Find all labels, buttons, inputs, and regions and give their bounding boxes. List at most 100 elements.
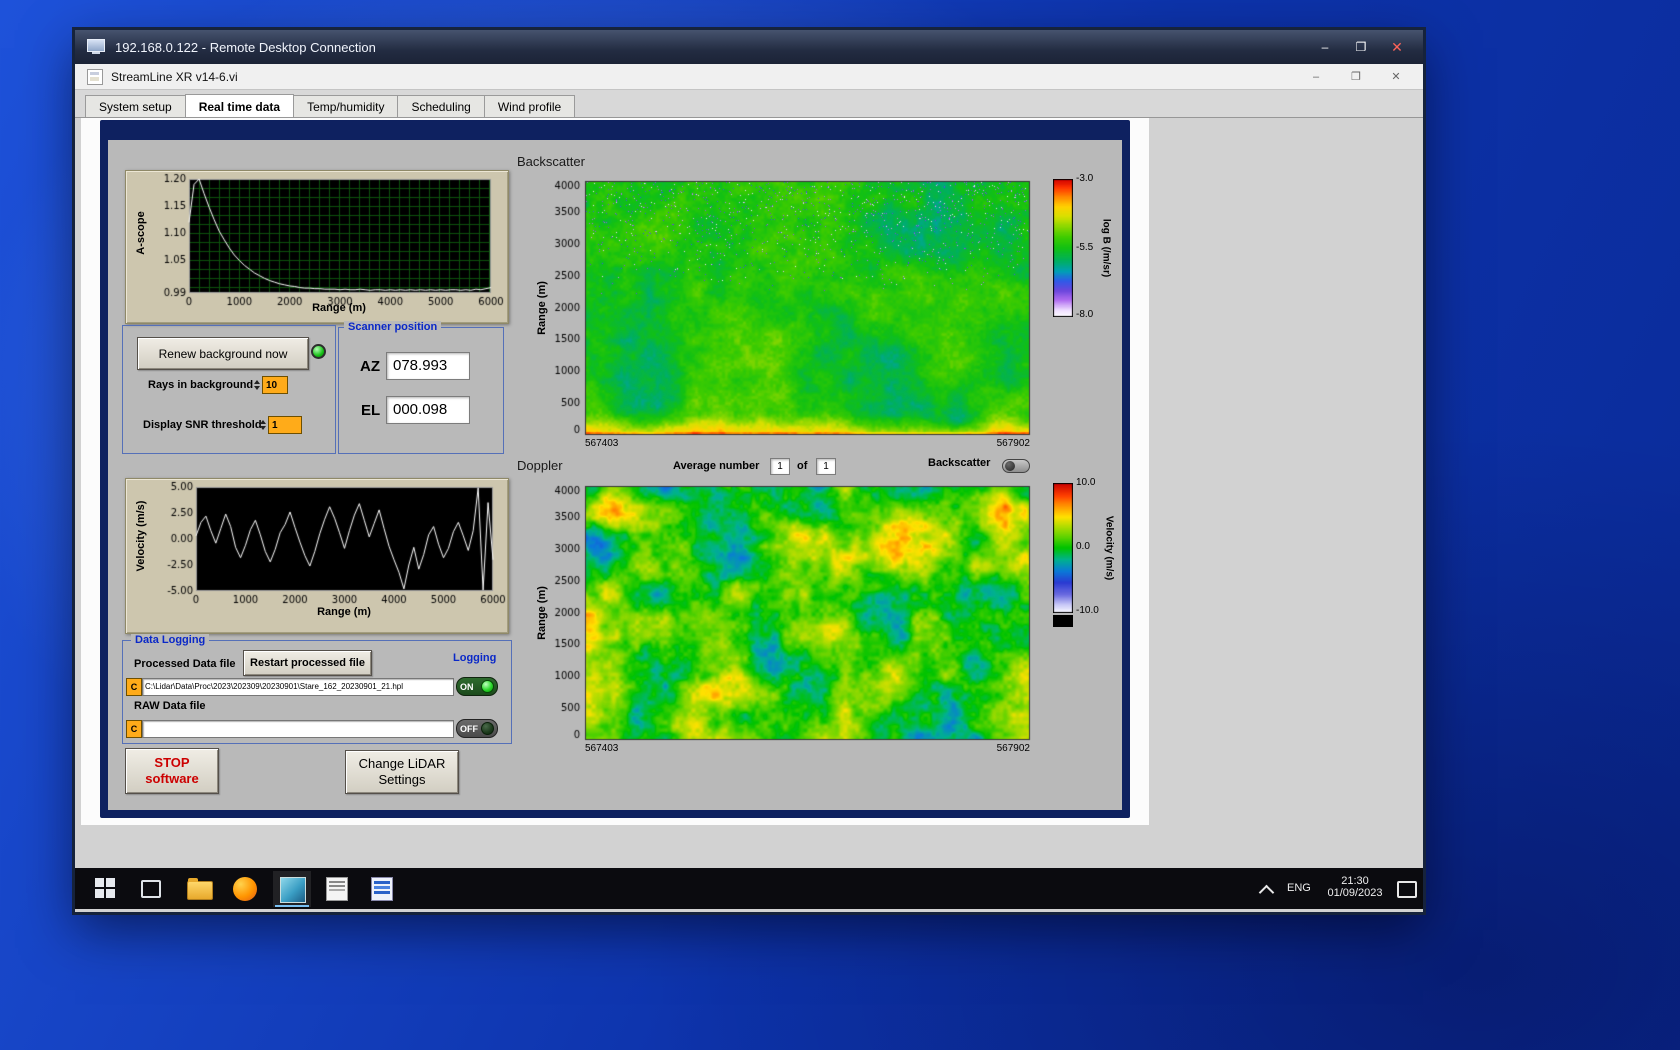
firefox-button[interactable] (233, 877, 257, 901)
scanner-position-title: Scanner position (344, 321, 442, 333)
rays-value-input[interactable]: 10 (262, 376, 288, 394)
task-view-button[interactable] (141, 880, 161, 898)
backscatter-toggle-label: Backscatter (928, 457, 991, 469)
processed-data-file-label: Processed Data file (134, 658, 236, 670)
rdp-maximize-button[interactable]: ❐ (1345, 37, 1377, 57)
logging-on-toggle[interactable]: ON (456, 677, 498, 696)
logging-off-led (481, 722, 494, 735)
doppler-colorbar (1053, 483, 1073, 613)
logging-on-label: ON (460, 681, 474, 692)
language-indicator[interactable]: ENG (1287, 882, 1311, 894)
streamline-app-button[interactable] (280, 877, 306, 903)
tab-real-time-data[interactable]: Real time data (184, 94, 295, 117)
start-button[interactable] (95, 878, 115, 898)
backscatter-cbar-tick-min: -8.0 (1076, 309, 1094, 320)
remote-desktop-icon (87, 39, 105, 55)
scan-scheduler-button[interactable] (326, 877, 348, 901)
raw-drive-selector[interactable]: C (126, 720, 142, 738)
logging-on-led (481, 680, 494, 693)
doppler-heading: Doppler (517, 458, 563, 473)
desktop: 192.168.0.122 - Remote Desktop Connectio… (0, 0, 1680, 1050)
processed-path-input[interactable]: C:\Lidar\Data\Proc\2023\202309\20230901\… (142, 678, 454, 696)
stop-software-line1: STOP (154, 755, 190, 770)
taskbar-clock[interactable]: 21:30 01/09/2023 (1320, 875, 1390, 899)
snr-spinner[interactable] (258, 416, 267, 434)
active-app-underline (275, 905, 309, 907)
el-input[interactable]: 000.098 (386, 396, 470, 424)
doppler-heatmap-canvas (530, 483, 1032, 741)
labview-icon (87, 68, 103, 85)
tab-temp-humidity[interactable]: Temp/humidity (293, 95, 399, 117)
taskbar-time: 21:30 (1341, 875, 1369, 887)
tab-scheduling[interactable]: Scheduling (397, 95, 485, 117)
background-led (311, 344, 326, 359)
snr-value-input[interactable]: 1 (268, 416, 302, 434)
tab-wind-profile[interactable]: Wind profile (483, 95, 576, 117)
stop-software-line2: software (145, 771, 199, 786)
change-lidar-line1: Change LiDAR (358, 756, 446, 771)
restart-processed-file-button[interactable]: Restart processed file (243, 650, 372, 676)
average-total-input[interactable]: 1 (816, 458, 836, 475)
average-current-input[interactable]: 1 (770, 458, 790, 475)
backscatter-cbar-tick-max: -3.0 (1076, 173, 1094, 184)
backscatter-cbar-unit-label: log B (/m/sr) (1100, 218, 1112, 278)
velocity-x-axis-label: Range (m) (317, 606, 371, 618)
doppler-cbar-unit-label: Velocity (m/s) (1103, 515, 1115, 581)
ascope-y-axis-label: A-scope (135, 211, 147, 255)
tab-bar: System setup Real time data Temp/humidit… (75, 90, 1423, 118)
logging-off-toggle[interactable]: OFF (456, 719, 498, 738)
rays-in-background-label: Rays in background (148, 379, 254, 391)
scanner-position-group (338, 327, 504, 454)
app-titlebar[interactable]: StreamLine XR v14-6.vi – ❐ ✕ (75, 64, 1423, 90)
renew-background-button[interactable]: Renew background now (137, 337, 309, 370)
doppler-xtick-left: 567403 (585, 743, 619, 754)
change-lidar-line2: Settings (378, 772, 426, 787)
processed-drive-selector[interactable]: C (126, 678, 142, 696)
rdp-close-button[interactable]: ✕ (1381, 37, 1413, 57)
rdp-titlebar[interactable]: 192.168.0.122 - Remote Desktop Connectio… (75, 30, 1423, 64)
az-input[interactable]: 078.993 (386, 352, 470, 380)
stop-software-button[interactable]: STOP software (125, 748, 219, 794)
rdp-title: 192.168.0.122 - Remote Desktop Connectio… (115, 39, 376, 55)
doppler-xtick-right: 567902 (996, 743, 1030, 754)
app-close-button[interactable]: ✕ (1381, 68, 1411, 86)
el-label: EL (361, 402, 381, 419)
average-number-label: Average number (673, 460, 760, 472)
notification-center-button[interactable] (1397, 881, 1417, 898)
tab-system-setup[interactable]: System setup (85, 95, 186, 117)
doppler-cbar-tick-max: 10.0 (1076, 477, 1096, 488)
doppler-cbar-tick-min: -10.0 (1076, 605, 1099, 616)
data-app-button[interactable] (371, 877, 393, 901)
doppler-y-axis-label: Range (m) (536, 586, 548, 640)
backscatter-toggle[interactable] (1002, 459, 1030, 473)
file-explorer-button[interactable] (187, 878, 213, 900)
rdp-minimize-button[interactable]: – (1309, 37, 1341, 57)
ascope-chart-canvas (128, 173, 506, 321)
logging-off-label: OFF (460, 723, 478, 734)
backscatter-xtick-left: 567403 (585, 438, 619, 449)
rdp-window: 192.168.0.122 - Remote Desktop Connectio… (75, 30, 1423, 912)
az-label: AZ (360, 358, 380, 375)
doppler-cbar-tick-mid: 0.0 (1076, 541, 1090, 552)
snr-threshold-label: Display SNR threshold (143, 419, 262, 431)
backscatter-heatmap-canvas (530, 178, 1032, 436)
ascope-graph (125, 170, 509, 324)
rays-spinner[interactable] (252, 376, 261, 394)
raw-path-input[interactable] (142, 720, 454, 738)
data-logging-title: Data Logging (131, 634, 210, 646)
taskbar-date: 01/09/2023 (1327, 887, 1383, 899)
app-title: StreamLine XR v14-6.vi (111, 69, 238, 84)
app-minimize-button[interactable]: – (1301, 68, 1331, 86)
backscatter-cbar-tick-mid: -5.5 (1076, 242, 1094, 253)
backscatter-y-axis-label: Range (m) (536, 281, 548, 335)
doppler-colorbar-out-of-range (1053, 615, 1073, 627)
windows-logo-icon (95, 878, 115, 898)
app-restore-button[interactable]: ❐ (1341, 68, 1371, 86)
ascope-x-axis-label: Range (m) (312, 302, 366, 314)
raw-data-file-label: RAW Data file (134, 700, 206, 712)
logging-label: Logging (453, 652, 497, 664)
backscatter-colorbar (1053, 179, 1073, 317)
backscatter-heading: Backscatter (517, 154, 585, 169)
average-of-label: of (797, 460, 808, 472)
change-lidar-settings-button[interactable]: Change LiDAR Settings (345, 750, 459, 794)
